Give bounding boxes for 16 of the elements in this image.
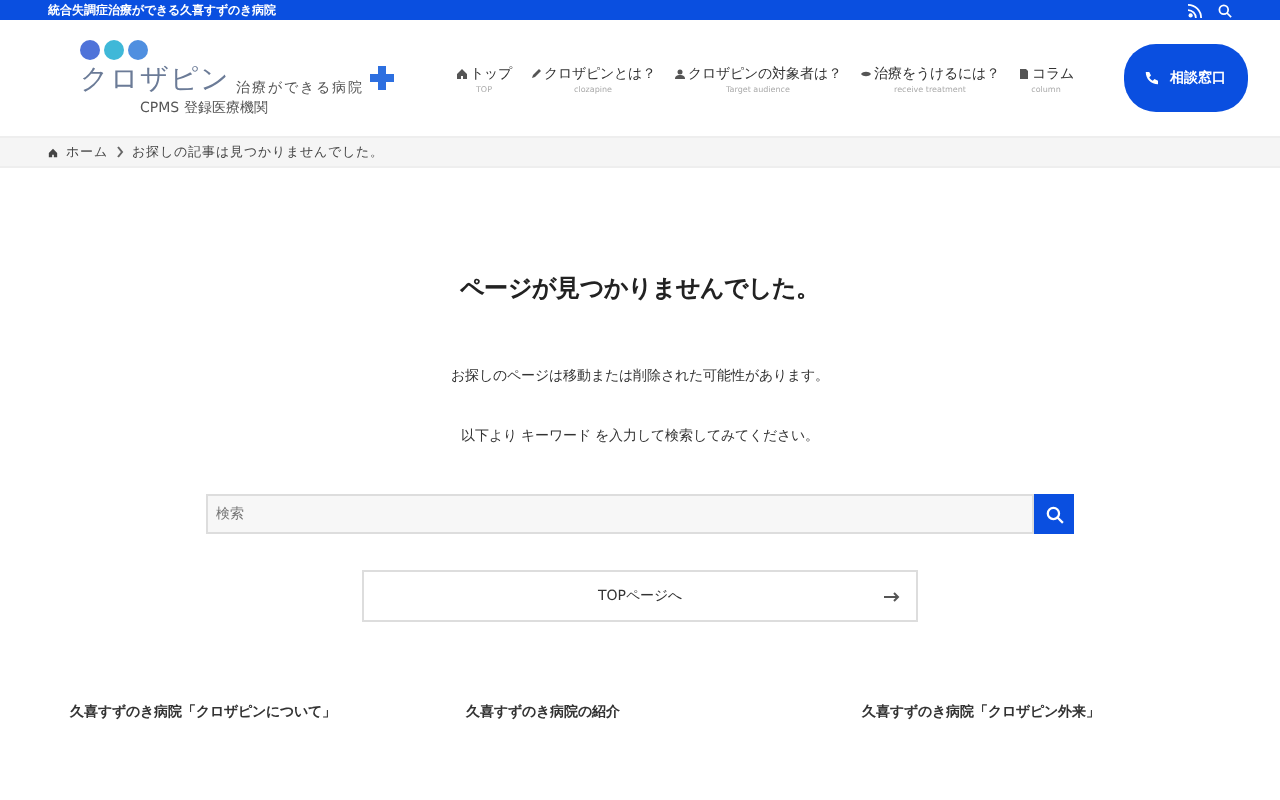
search-icon[interactable] (1218, 3, 1232, 17)
home-icon (456, 67, 468, 79)
logo-name: クロザピン (80, 61, 230, 97)
phone-icon (1144, 71, 1158, 85)
search-icon (1045, 505, 1063, 523)
home-icon (48, 147, 58, 157)
person-icon (674, 67, 686, 79)
rss-icon[interactable] (1188, 3, 1202, 17)
page-title: ページが見つかりませんでした。 (460, 272, 820, 306)
pen-icon (530, 67, 542, 79)
document-icon (1018, 67, 1030, 79)
search-button[interactable] (1034, 494, 1074, 534)
cross-icon (370, 65, 394, 89)
chevron-icon (116, 146, 124, 158)
arrow-right-icon (884, 591, 900, 601)
logo-circles-icon (80, 39, 148, 59)
